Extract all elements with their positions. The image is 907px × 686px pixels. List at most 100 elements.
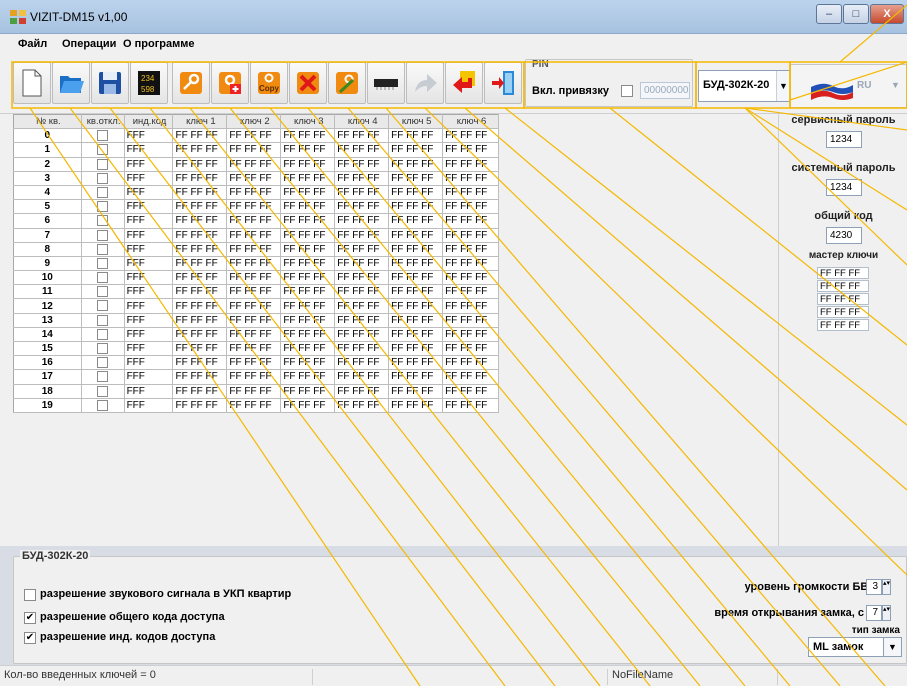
key-5-cell[interactable]: FF FF FF (388, 298, 444, 314)
table-row[interactable]: 11 FFF FF FF FF FF FF FF FF FF FF FF FF FF FF … (13, 284, 499, 300)
key-6-cell[interactable]: FF FF FF (442, 327, 499, 343)
key-4-cell[interactable]: FF FF FF (334, 142, 390, 158)
menu-file[interactable]: Файл (18, 38, 47, 50)
apartment-disabled-checkbox[interactable] (81, 199, 125, 215)
key-3-cell[interactable]: FF FF FF (280, 213, 336, 229)
key-5-cell[interactable]: FF FF FF (388, 213, 444, 229)
key-4-cell[interactable]: FF FF FF (334, 341, 390, 357)
key-1-cell[interactable]: FF FF FF (172, 142, 228, 158)
lock-type-chevron-down-icon[interactable]: ▼ (883, 638, 901, 656)
key-6-cell[interactable]: FF FF FF (442, 128, 499, 144)
apartment-disabled-checkbox[interactable] (81, 298, 125, 314)
key-1-cell[interactable]: FF FF FF (172, 171, 228, 186)
column-header[interactable]: ключ 1 (172, 114, 228, 130)
sound-signal-checkbox[interactable] (24, 589, 36, 601)
key-5-cell[interactable]: FF FF FF (388, 284, 444, 300)
apartment-disabled-checkbox[interactable] (81, 157, 125, 172)
key-2-cell[interactable]: FF FF FF (226, 142, 282, 158)
table-row[interactable]: 9 FFF FF FF FF FF FF FF FF FF FF FF FF FF FF F… (13, 256, 499, 272)
key-2-cell[interactable]: FF FF FF (226, 313, 282, 328)
individual-code-cell[interactable]: FFF (124, 171, 174, 186)
key-6-cell[interactable]: FF FF FF (442, 213, 499, 229)
volume-spinner[interactable]: 3 (866, 579, 882, 595)
key-2-cell[interactable]: FF FF FF (226, 157, 282, 172)
column-header[interactable]: кв.откл. (81, 114, 125, 130)
key-1-cell[interactable]: FF FF FF (172, 284, 228, 300)
apartment-disabled-checkbox[interactable] (81, 128, 125, 144)
language-chevron-down-icon[interactable]: ▼ (891, 80, 900, 90)
column-header[interactable]: ключ 4 (334, 114, 390, 130)
table-row[interactable]: 17 FFF FF FF FF FF FF FF FF FF FF FF FF FF FF … (13, 369, 499, 385)
apartment-number-cell[interactable]: 15 (13, 341, 82, 357)
checkbox[interactable] (97, 300, 109, 312)
key-6-cell[interactable]: FF FF FF (442, 171, 499, 186)
key-3-cell[interactable]: FF FF FF (280, 199, 336, 215)
checkbox[interactable] (97, 343, 109, 355)
system-password-input[interactable]: 1234 (826, 179, 862, 196)
key-2-cell[interactable]: FF FF FF (226, 213, 282, 229)
key-6-cell[interactable]: FF FF FF (442, 228, 499, 243)
add-key-button[interactable] (211, 62, 249, 104)
key-3-cell[interactable]: FF FF FF (280, 142, 336, 158)
key-5-cell[interactable]: FF FF FF (388, 256, 444, 272)
key-3-cell[interactable]: FF FF FF (280, 242, 336, 257)
key-5-cell[interactable]: FF FF FF (388, 199, 444, 215)
key-6-cell[interactable]: FF FF FF (442, 157, 499, 172)
apartment-number-cell[interactable]: 7 (13, 228, 82, 243)
key-2-cell[interactable]: FF FF FF (226, 284, 282, 300)
key-1-cell[interactable]: FF FF FF (172, 256, 228, 272)
key-4-cell[interactable]: FF FF FF (334, 242, 390, 257)
lock-type-select[interactable]: ML замок ▼ (808, 637, 902, 657)
checkbox[interactable] (97, 215, 109, 227)
save-button[interactable] (91, 62, 129, 104)
individual-codes-checkbox[interactable]: ✔ (24, 632, 36, 644)
apartment-disabled-checkbox[interactable] (81, 242, 125, 257)
key-4-cell[interactable]: FF FF FF (334, 128, 390, 144)
apartment-number-cell[interactable]: 17 (13, 369, 82, 385)
key-6-cell[interactable]: FF FF FF (442, 313, 499, 328)
key-1-cell[interactable]: FF FF FF (172, 384, 228, 399)
chevron-down-icon[interactable]: ▼ (776, 71, 790, 101)
key-1-cell[interactable]: FF FF FF (172, 369, 228, 385)
individual-code-cell[interactable]: FFF (124, 142, 174, 158)
key-2-cell[interactable]: FF FF FF (226, 355, 282, 371)
checkbox[interactable] (97, 172, 109, 184)
apartment-number-cell[interactable]: 19 (13, 398, 82, 413)
apartment-number-cell[interactable]: 4 (13, 185, 82, 201)
key-2-cell[interactable]: FF FF FF (226, 270, 282, 286)
table-row[interactable]: 10 FFF FF FF FF FF FF FF FF FF FF FF FF FF FF … (13, 270, 499, 286)
key-button[interactable] (172, 62, 210, 104)
apartment-disabled-checkbox[interactable] (81, 384, 125, 399)
key-5-cell[interactable]: FF FF FF (388, 270, 444, 286)
apartment-disabled-checkbox[interactable] (81, 313, 125, 328)
key-4-cell[interactable]: FF FF FF (334, 213, 390, 229)
checkbox[interactable] (97, 158, 109, 170)
key-3-cell[interactable]: FF FF FF (280, 256, 336, 272)
column-header[interactable]: ключ 3 (280, 114, 336, 130)
key-3-cell[interactable]: FF FF FF (280, 341, 336, 357)
apartment-number-cell[interactable]: 13 (13, 313, 82, 328)
individual-code-cell[interactable]: FFF (124, 355, 174, 371)
key-4-cell[interactable]: FF FF FF (334, 384, 390, 399)
apartment-number-cell[interactable]: 0 (13, 128, 82, 144)
key-5-cell[interactable]: FF FF FF (388, 242, 444, 257)
device-select[interactable]: БУД-302К-20 ▼ (698, 70, 790, 102)
key-2-cell[interactable]: FF FF FF (226, 171, 282, 186)
checkbox[interactable] (97, 257, 109, 269)
column-header[interactable]: ключ 5 (388, 114, 444, 130)
key-6-cell[interactable]: FF FF FF (442, 199, 499, 215)
pin-input[interactable]: 00000000 (640, 82, 690, 99)
key-5-cell[interactable]: FF FF FF (388, 384, 444, 399)
apartment-number-cell[interactable]: 12 (13, 298, 82, 314)
apartment-disabled-checkbox[interactable] (81, 355, 125, 371)
key-4-cell[interactable]: FF FF FF (334, 256, 390, 272)
table-row[interactable]: 0 FFF FF FF FF FF FF FF FF FF FF FF FF FF FF F… (13, 128, 499, 144)
key-4-cell[interactable]: FF FF FF (334, 369, 390, 385)
key-5-cell[interactable]: FF FF FF (388, 157, 444, 172)
checkbox[interactable] (97, 371, 109, 383)
checkbox[interactable] (97, 286, 109, 298)
key-4-cell[interactable]: FF FF FF (334, 270, 390, 286)
new-file-button[interactable] (13, 62, 51, 104)
apartment-number-cell[interactable]: 5 (13, 199, 82, 215)
individual-code-cell[interactable]: FFF (124, 327, 174, 343)
